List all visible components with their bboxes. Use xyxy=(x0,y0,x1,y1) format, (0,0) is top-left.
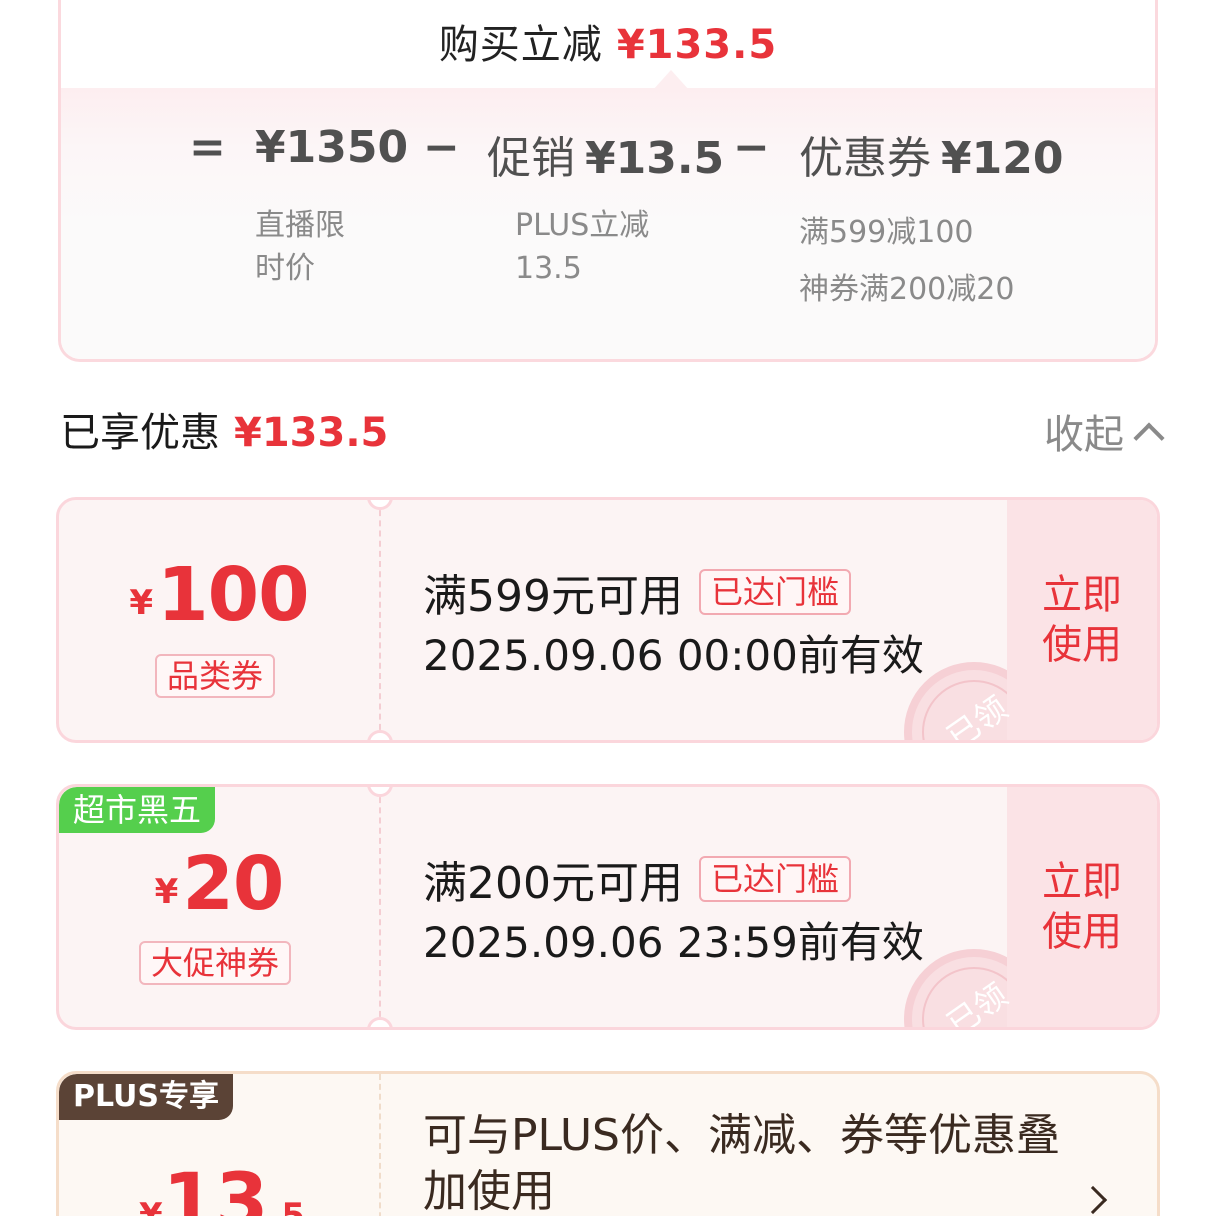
coupon-condition-text: 满599元可用 xyxy=(423,571,683,622)
plus-value: ¥13.5 xyxy=(139,1156,305,1216)
base-desc-line: 时价 xyxy=(255,251,315,286)
summary-title: 购买立减 ¥133.5 xyxy=(439,12,777,88)
use-now-label: 立即 xyxy=(1042,859,1122,905)
coupon-desc-line: 神券满200减20 xyxy=(799,272,1015,307)
coupon-condition: 满599元可用 已达门槛 xyxy=(423,560,851,624)
coupon-divider xyxy=(379,1074,381,1216)
equals-sign: = xyxy=(189,122,226,173)
summary-title-label: 购买立减 xyxy=(438,22,603,68)
summary-pointer xyxy=(653,70,689,90)
coupon-desc: 满599减100 神券满200减20 xyxy=(799,204,1014,318)
base-price: ¥1350 xyxy=(255,122,409,173)
plus-exclusive-card[interactable]: PLUS专享 ¥13.5 可与PLUS价、满减、券等优惠叠加使用 xyxy=(56,1071,1160,1216)
coupon-amount: ¥120 xyxy=(941,133,1064,184)
coupon-notch xyxy=(367,1017,393,1027)
coupon-value-number: 20 xyxy=(182,841,284,927)
summary-total-amount: ¥133.5 xyxy=(616,22,778,68)
yen-symbol: ¥ xyxy=(139,1196,163,1216)
coupon-label: 优惠券 xyxy=(799,133,931,184)
chevron-up-icon xyxy=(1133,422,1165,454)
summary-header: 购买立减 ¥133.5 xyxy=(61,0,1155,88)
discount-summary-card: 购买立减 ¥133.5 = ¥1350 − 促销 ¥13.5 − 优惠券 ¥120 直… xyxy=(58,0,1158,362)
coupon-card: 超市黑五 ¥20 大促神券 满200元可用 已达门槛 2025.09.06 23… xyxy=(56,784,1160,1030)
use-now-label: 立即 xyxy=(1042,572,1122,618)
minus-sign: − xyxy=(733,122,770,173)
plus-value-decimal: .5 xyxy=(268,1196,306,1216)
coupon-notch xyxy=(367,500,393,510)
yen-symbol: ¥ xyxy=(129,583,154,623)
coupon-divider xyxy=(379,787,381,1027)
base-desc-line: 直播限 xyxy=(255,208,345,243)
promo-desc-line: PLUS立减 xyxy=(515,208,650,243)
enjoyed-label: 已享优惠 xyxy=(60,410,220,456)
coupon-value-number: 100 xyxy=(157,552,309,638)
coupon-notch xyxy=(367,787,393,797)
coupon-card: ¥100 品类券 满599元可用 已达门槛 2025.09.06 00:00前有… xyxy=(56,497,1160,743)
promo-amount: ¥13.5 xyxy=(585,133,725,184)
yen-symbol: ¥ xyxy=(154,872,179,912)
minus-sign: − xyxy=(423,122,460,173)
collapse-label: 收起 xyxy=(1044,412,1124,458)
use-now-button[interactable]: 立即 使用 xyxy=(1007,787,1157,1027)
coupon-desc-line: 满599减100 xyxy=(799,215,974,250)
coupon-value: ¥100 xyxy=(59,552,379,638)
coupon-validity: 2025.09.06 00:00前有效 xyxy=(423,631,924,680)
enjoyed-discount: 已享优惠 ¥133.5 xyxy=(60,400,388,458)
threshold-reached-badge: 已达门槛 xyxy=(698,856,851,902)
plus-description: 可与PLUS价、满减、券等优惠叠加使用 xyxy=(423,1110,1060,1216)
promo-ribbon: 超市黑五 xyxy=(59,787,216,833)
coupon-condition: 满200元可用 已达门槛 xyxy=(423,847,851,911)
coupon-divider xyxy=(379,500,381,740)
use-now-label: 使用 xyxy=(1042,622,1122,668)
enjoyed-amount: ¥133.5 xyxy=(234,410,389,456)
plus-ribbon: PLUS专享 xyxy=(59,1074,234,1120)
use-now-label: 使用 xyxy=(1042,909,1122,955)
threshold-reached-badge: 已达门槛 xyxy=(698,569,851,615)
use-now-button[interactable]: 立即 使用 xyxy=(1007,500,1157,740)
claimed-stamp-text: 已领 xyxy=(940,975,1015,1030)
coupon-type-tag: 大促神券 xyxy=(139,941,292,985)
base-price-desc: 直播限 时价 xyxy=(255,204,345,290)
coupon-notch xyxy=(367,730,393,740)
chevron-right-icon xyxy=(1078,1185,1108,1215)
promo-label: 促销 xyxy=(487,133,575,184)
coupon-condition-text: 满200元可用 xyxy=(423,858,683,909)
collapse-button[interactable]: 收起 xyxy=(1044,402,1165,460)
promo-desc-line: 13.5 xyxy=(515,251,582,286)
promo-amount-row: 促销 ¥13.5 xyxy=(487,122,724,186)
plus-value-number: 13 xyxy=(162,1156,269,1216)
coupon-validity: 2025.09.06 23:59前有效 xyxy=(423,918,924,967)
coupon-value: ¥20 xyxy=(59,841,379,927)
coupon-type-tag: 品类券 xyxy=(155,654,276,698)
coupon-amount-row: 优惠券 ¥120 xyxy=(799,122,1063,186)
promo-desc: PLUS立减 13.5 xyxy=(515,204,649,290)
claimed-stamp-text: 已领 xyxy=(940,688,1015,743)
